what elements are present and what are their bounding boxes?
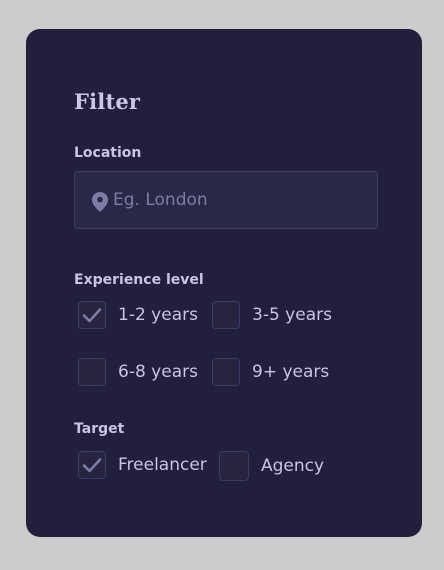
experience-level-label: Experience level (74, 272, 204, 288)
checkbox[interactable] (212, 301, 240, 329)
experience-option-6-8-years[interactable]: 6-8 years (78, 358, 198, 386)
location-label: Location (74, 145, 142, 161)
checkbox[interactable] (212, 358, 240, 386)
experience-option-1-2-years[interactable]: 1-2 years (78, 301, 198, 329)
location-input[interactable] (113, 172, 363, 228)
target-option-agency[interactable]: Agency (219, 451, 324, 481)
check-icon (82, 458, 102, 473)
checkbox-label: Freelancer (118, 455, 207, 475)
checkbox[interactable] (78, 301, 106, 329)
experience-option-9-plus-years[interactable]: 9+ years (212, 358, 329, 386)
filter-title: Filter (74, 89, 141, 114)
checkbox-label: 9+ years (252, 362, 330, 382)
checkbox[interactable] (78, 358, 106, 386)
experience-option-3-5-years[interactable]: 3-5 years (212, 301, 332, 329)
checkbox-label: 1-2 years (118, 305, 198, 325)
filter-panel: Filter Location Experience level 1-2 yea… (26, 29, 422, 537)
map-pin-icon (92, 192, 108, 212)
checkbox[interactable] (78, 451, 106, 479)
checkbox-label: Agency (261, 456, 325, 476)
checkbox[interactable] (219, 451, 249, 481)
target-label: Target (74, 421, 125, 437)
target-option-freelancer[interactable]: Freelancer (78, 451, 207, 479)
checkbox-label: 3-5 years (252, 305, 332, 325)
location-field[interactable] (74, 171, 378, 229)
checkbox-label: 6-8 years (118, 362, 198, 382)
check-icon (82, 308, 102, 323)
